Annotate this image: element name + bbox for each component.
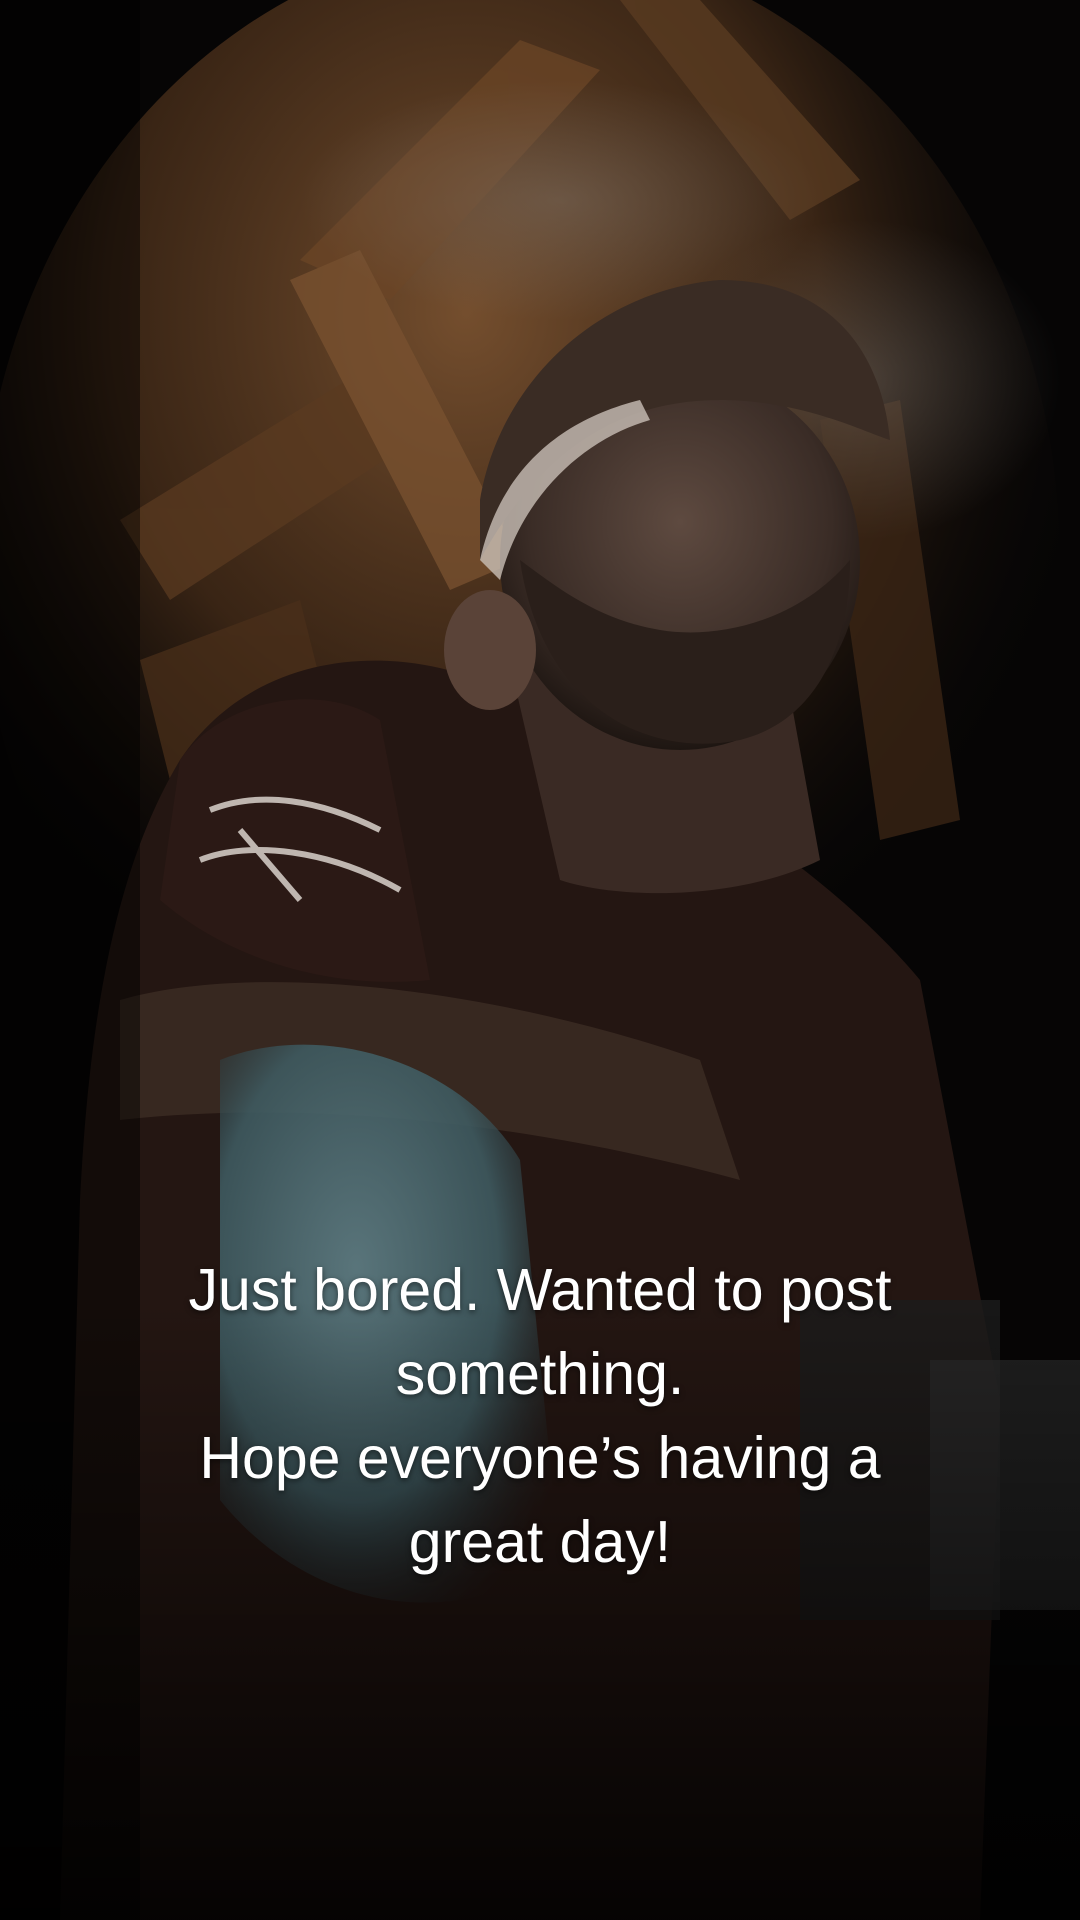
caption-line: something.: [395, 1341, 685, 1407]
background-photo: [0, 0, 1080, 1920]
caption-line: Hope everyone’s having a: [199, 1425, 881, 1491]
caption-line: great day!: [408, 1509, 672, 1575]
caption-line: Just bored. Wanted to post: [188, 1257, 892, 1323]
caption-text: Just bored. Wanted to post something. Ho…: [60, 1248, 1020, 1584]
video-frame: Just bored. Wanted to post something. Ho…: [0, 0, 1080, 1920]
